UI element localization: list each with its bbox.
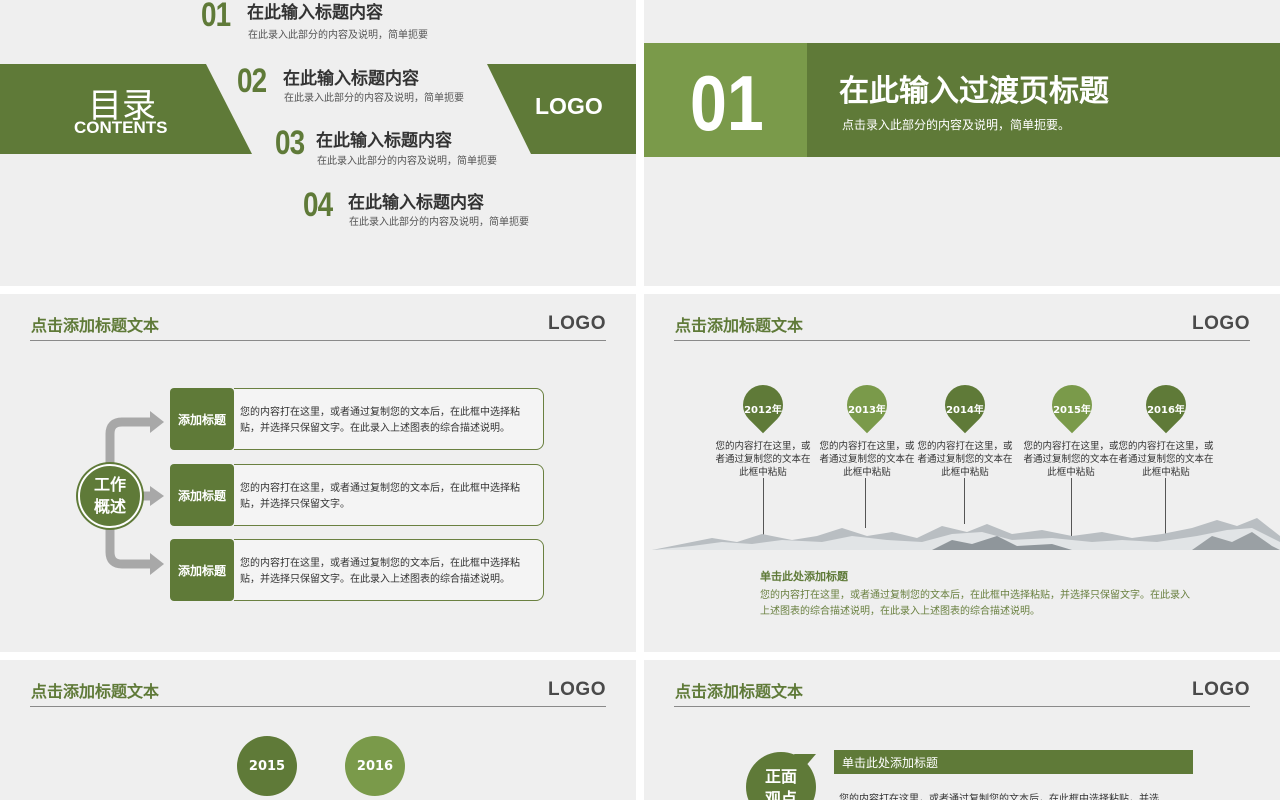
logo: LOGO <box>548 313 606 334</box>
toc-item-title[interactable]: 在此输入标题内容 <box>247 0 383 23</box>
timeline-desc: 您的内容打在这里，或者通过复制您的文本在此框中粘贴 <box>819 441 915 478</box>
toc-item-desc: 在此录入此部分的内容及说明，简单扼要 <box>284 93 464 104</box>
title-bar-text[interactable]: 单击此处添加标题 <box>842 754 938 771</box>
slide-transition[interactable]: 01 在此输入过渡页标题 点击录入此部分的内容及说明，简单扼要。 <box>644 0 1280 286</box>
year-circle: 2015 <box>237 736 297 796</box>
toc-item-desc: 在此录入此部分的内容及说明，简单扼要 <box>248 30 428 41</box>
viewpoint-text: 您的内容打在这里，或者通过复制您的文本后，在此框中选择粘贴，并选 <box>839 794 1159 800</box>
transition-desc: 点击录入此部分的内容及说明，简单扼要。 <box>842 118 1071 132</box>
logo: LOGO <box>535 93 603 119</box>
slide-years[interactable]: 点击添加标题文本 LOGO 2015 2016 <box>0 660 636 800</box>
work-overview-circle: 工作 概述 <box>78 464 142 528</box>
slide-header-title[interactable]: 点击添加标题文本 <box>675 312 803 336</box>
header-divider <box>30 340 606 341</box>
toc-item-title[interactable]: 在此输入标题内容 <box>348 188 484 213</box>
slide-work-overview[interactable]: 点击添加标题文本 LOGO 工作 概述 添加标题 您的内容打在这里，或者通过复制… <box>0 294 636 652</box>
timeline-desc: 您的内容打在这里，或者通过复制您的文本在此框中粘贴 <box>1118 441 1214 478</box>
toc-item-title[interactable]: 在此输入标题内容 <box>316 126 452 151</box>
toc-item-number: 04 <box>303 186 333 224</box>
slide-header-title[interactable]: 点击添加标题文本 <box>31 678 159 702</box>
timeline-desc: 您的内容打在这里，或者通过复制您的文本在此框中粘贴 <box>715 441 811 478</box>
header-divider <box>674 340 1250 341</box>
bubble-line: 正面 <box>764 767 797 786</box>
timeline-desc: 您的内容打在这里，或者通过复制您的文本在此框中粘贴 <box>1023 441 1119 478</box>
timeline-desc: 您的内容打在这里，或者通过复制您的文本在此框中粘贴 <box>917 441 1013 478</box>
circle-line: 工作 <box>93 475 126 494</box>
timeline-year: 2012年 <box>744 405 782 416</box>
header-divider <box>30 706 606 707</box>
slide-viewpoint[interactable]: 点击添加标题文本 LOGO 正面 观点 单击此处添加标题 您的内容打在这里，或者… <box>644 660 1280 800</box>
logo: LOGO <box>1192 679 1250 700</box>
toc-item-desc: 在此录入此部分的内容及说明，简单扼要 <box>349 217 529 228</box>
timeline-year: 2014年 <box>946 405 984 416</box>
transition-number: 01 <box>690 59 764 147</box>
row-label[interactable]: 添加标题 <box>170 539 234 601</box>
year-circle: 2016 <box>345 736 405 796</box>
mountain-range <box>652 518 1280 550</box>
timeline-year: 2015年 <box>1053 405 1091 416</box>
toc-item-number: 02 <box>237 62 267 100</box>
timeline-year: 2016年 <box>1147 405 1185 416</box>
transition-title[interactable]: 在此输入过渡页标题 <box>839 66 1109 110</box>
caption-title[interactable]: 单击此处添加标题 <box>760 568 848 584</box>
circle-line: 概述 <box>93 497 126 516</box>
caption-text: 您的内容打在这里，或者通过复制您的文本后，在此框中选择粘贴，并选择只保留文字。在… <box>760 590 1190 617</box>
toc-item-desc: 在此录入此部分的内容及说明，简单扼要 <box>317 156 497 167</box>
logo: LOGO <box>548 679 606 700</box>
slide-contents[interactable]: 目录 CONTENTS LOGO 01 在此输入标题内容 在此录入此部分的内容及… <box>0 0 636 286</box>
toc-item-title[interactable]: 在此输入标题内容 <box>283 64 419 89</box>
row-text-box[interactable]: 您的内容打在这里，或者通过复制您的文本后，在此框中选择粘贴，并选择只保留文字。在… <box>234 388 544 450</box>
contents-subtitle: CONTENTS <box>74 118 168 137</box>
timeline-year: 2013年 <box>848 405 886 416</box>
header-divider <box>674 706 1250 707</box>
row-label[interactable]: 添加标题 <box>170 464 234 526</box>
slide-timeline[interactable]: 点击添加标题文本 LOGO 2012年 您的内容打在这里，或者通过复制您的文本在… <box>644 294 1280 652</box>
row-label[interactable]: 添加标题 <box>170 388 234 450</box>
bubble-line: 观点 <box>764 789 797 800</box>
row-text-box[interactable]: 您的内容打在这里，或者通过复制您的文本后，在此框中选择粘贴，并选择只保留文字。在… <box>234 539 544 601</box>
logo: LOGO <box>1192 313 1250 334</box>
toc-item-number: 01 <box>201 0 231 34</box>
slide-header-title[interactable]: 点击添加标题文本 <box>675 678 803 702</box>
row-text-box[interactable]: 您的内容打在这里，或者通过复制您的文本后，在此框中选择粘贴，并选择只保留文字。 <box>234 464 544 526</box>
toc-item-number: 03 <box>275 124 305 162</box>
slide-header-title[interactable]: 点击添加标题文本 <box>31 312 159 336</box>
